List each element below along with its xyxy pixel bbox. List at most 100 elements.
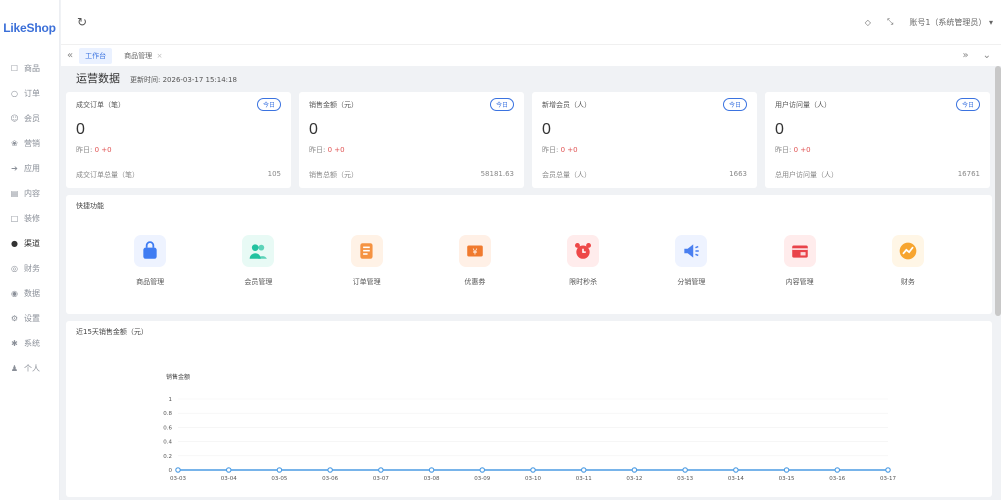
- total-value: 58181.63: [480, 170, 514, 178]
- data-point: [885, 467, 891, 473]
- x-tick-label: 03-05: [271, 476, 287, 482]
- decor-icon: □: [10, 213, 19, 223]
- quick-item[interactable]: ¥ 优惠券: [445, 235, 505, 287]
- stat-title: 新增会员（人）: [542, 100, 591, 109]
- stat-card: 销售金额（元） 今日 0 昨日: 0 +0 销售总额（元） 58181.63: [299, 92, 524, 188]
- tabs-right-icon[interactable]: »: [962, 50, 968, 61]
- bag-icon: [134, 235, 167, 267]
- stat-yesterday: 昨日: 0 +0: [775, 145, 980, 155]
- stat-footer: 会员总量（人） 1663: [542, 170, 747, 180]
- sidebar: LikeShop ☐ 商品 ○ 订单 ☺ 会员 ❀ 营销 ➔ 应用 ▤ 内容 □ 装修 ● 渠道 ◎ 财务 ◉ 数据 ⚙…: [0, 0, 60, 500]
- data-point: [378, 467, 384, 473]
- yesterday-label: 昨日:: [775, 146, 794, 154]
- y-tick-label: 0.2: [163, 454, 172, 460]
- sidebar-item-label: 财务: [24, 264, 40, 273]
- sidebar-item[interactable]: ● 渠道: [0, 231, 59, 256]
- brand-logo[interactable]: LikeShop: [0, 0, 59, 56]
- quick-item-label: 财务: [900, 278, 915, 286]
- main-content: 运营数据 更新时间: 2026-03-17 15:14:18 成交订单（笔） 今日…: [66, 66, 992, 500]
- stat-value: 0: [309, 121, 318, 138]
- sidebar-item[interactable]: ☺ 会员: [0, 106, 59, 131]
- yesterday-label: 昨日:: [309, 146, 328, 154]
- sidebar-item-label: 会员: [24, 114, 40, 123]
- sidebar-item[interactable]: □ 装修: [0, 206, 59, 231]
- sidebar-item[interactable]: ☐ 商品: [0, 56, 59, 81]
- data-point: [225, 467, 232, 473]
- sidebar-item-label: 商品: [24, 64, 40, 73]
- content-icon: ▤: [10, 188, 19, 198]
- data-point: [682, 467, 688, 473]
- sidebar-item-label: 设置: [24, 314, 40, 323]
- sidebar-menu: ☐ 商品 ○ 订单 ☺ 会员 ❀ 营销 ➔ 应用 ▤ 内容 □ 装修 ● 渠道 ◎ 财务 ◉ 数据 ⚙ 设置 ✱ 系统 ♟ 个人: [0, 56, 59, 381]
- data-point: [479, 467, 486, 473]
- sidebar-item[interactable]: ✱ 系统: [0, 331, 59, 356]
- total-label: 会员总量（人）: [542, 171, 591, 179]
- quick-item[interactable]: 商品管理: [120, 235, 180, 287]
- sidebar-item[interactable]: ❀ 营销: [0, 131, 59, 156]
- x-tick-label: 03-07: [373, 476, 389, 482]
- chevron-down-icon: ▾: [988, 17, 993, 27]
- tabbar-end: » ⌄: [962, 50, 995, 61]
- data-point: [580, 467, 587, 473]
- x-tick-label: 03-04: [221, 476, 237, 482]
- stat-footer: 成交订单总量（笔） 105: [76, 170, 281, 180]
- yesterday-label: 昨日:: [542, 146, 561, 154]
- data-point: [783, 467, 790, 473]
- scrollbar[interactable]: [995, 66, 1001, 316]
- quick-item[interactable]: 财务: [878, 235, 938, 287]
- sidebar-item[interactable]: ⚙ 设置: [0, 306, 59, 331]
- content-card-icon: [783, 235, 816, 267]
- stat-yesterday: 昨日: 0 +0: [309, 145, 514, 155]
- today-badge[interactable]: 今日: [489, 98, 514, 111]
- quick-item[interactable]: 分销管理: [661, 235, 721, 287]
- sidebar-item-label: 营销: [24, 139, 40, 148]
- yesterday-value: 0 +0: [94, 146, 112, 154]
- quick-item[interactable]: 限时秒杀: [553, 235, 613, 287]
- sidebar-item[interactable]: ➔ 应用: [0, 156, 59, 181]
- stat-card: 成交订单（笔） 今日 0 昨日: 0 +0 成交订单总量（笔） 105: [66, 92, 291, 188]
- sidebar-item[interactable]: ♟ 个人: [0, 356, 59, 381]
- updated-time: 2026-03-17 15:14:18: [162, 76, 237, 84]
- send-icon: ➔: [11, 163, 18, 173]
- total-label: 销售总额（元）: [309, 171, 358, 179]
- tag-icon[interactable]: ◇: [865, 18, 871, 27]
- refresh-icon[interactable]: ↻: [77, 15, 87, 29]
- data-point: [733, 467, 739, 473]
- today-badge[interactable]: 今日: [722, 98, 747, 111]
- sidebar-item[interactable]: ◎ 财务: [0, 256, 59, 281]
- sidebar-item[interactable]: ○ 订单: [0, 81, 59, 106]
- finance-circle-icon: [891, 235, 924, 267]
- y-tick-label: 0.8: [163, 411, 172, 417]
- y-tick-label: 1: [169, 397, 173, 403]
- stat-footer: 销售总额（元） 58181.63: [309, 170, 514, 180]
- sidebar-item-label: 个人: [24, 364, 40, 373]
- data-point: [175, 467, 181, 473]
- sidebar-item[interactable]: ◉ 数据: [0, 281, 59, 306]
- tabs-dropdown-icon[interactable]: ⌄: [983, 50, 991, 61]
- stat-card: 新增会员（人） 今日 0 昨日: 0 +0 会员总量（人） 1663: [532, 92, 757, 188]
- x-tick-label: 03-13: [677, 476, 693, 482]
- yesterday-label: 昨日:: [76, 146, 95, 154]
- sidebar-item[interactable]: ▤ 内容: [0, 181, 59, 206]
- account-menu[interactable]: 账号1（系统管理员） ▾: [909, 17, 993, 28]
- stat-header: 新增会员（人） 今日: [542, 98, 747, 111]
- order-icon: ○: [11, 88, 18, 98]
- tabs-left-icon[interactable]: «: [67, 50, 73, 61]
- data-point: [428, 467, 435, 473]
- tab-close-icon[interactable]: ×: [157, 52, 163, 60]
- yesterday-value: 0 +0: [793, 146, 811, 154]
- tab-workbench[interactable]: 工作台: [79, 47, 113, 64]
- fullscreen-icon[interactable]: ⤡: [887, 17, 893, 27]
- quick-item[interactable]: 订单管理: [337, 235, 397, 287]
- quick-item[interactable]: 内容管理: [770, 235, 830, 287]
- today-badge[interactable]: 今日: [955, 98, 980, 111]
- today-badge[interactable]: 今日: [256, 98, 281, 111]
- sidebar-item-label: 渠道: [24, 239, 40, 248]
- stat-yesterday: 昨日: 0 +0: [76, 145, 281, 155]
- stat-value: 0: [775, 121, 784, 138]
- account-name: 账号1（系统管理员）: [909, 17, 987, 27]
- stat-value: 0: [76, 121, 85, 138]
- quick-item[interactable]: 会员管理: [228, 235, 288, 287]
- tab-goods-manage[interactable]: 商品管理 ×: [118, 48, 168, 64]
- quick-functions-list: 商品管理 会员管理 订单管理 ¥ 优惠券 限时秒杀 分销管理 内容管理 财务: [76, 235, 982, 287]
